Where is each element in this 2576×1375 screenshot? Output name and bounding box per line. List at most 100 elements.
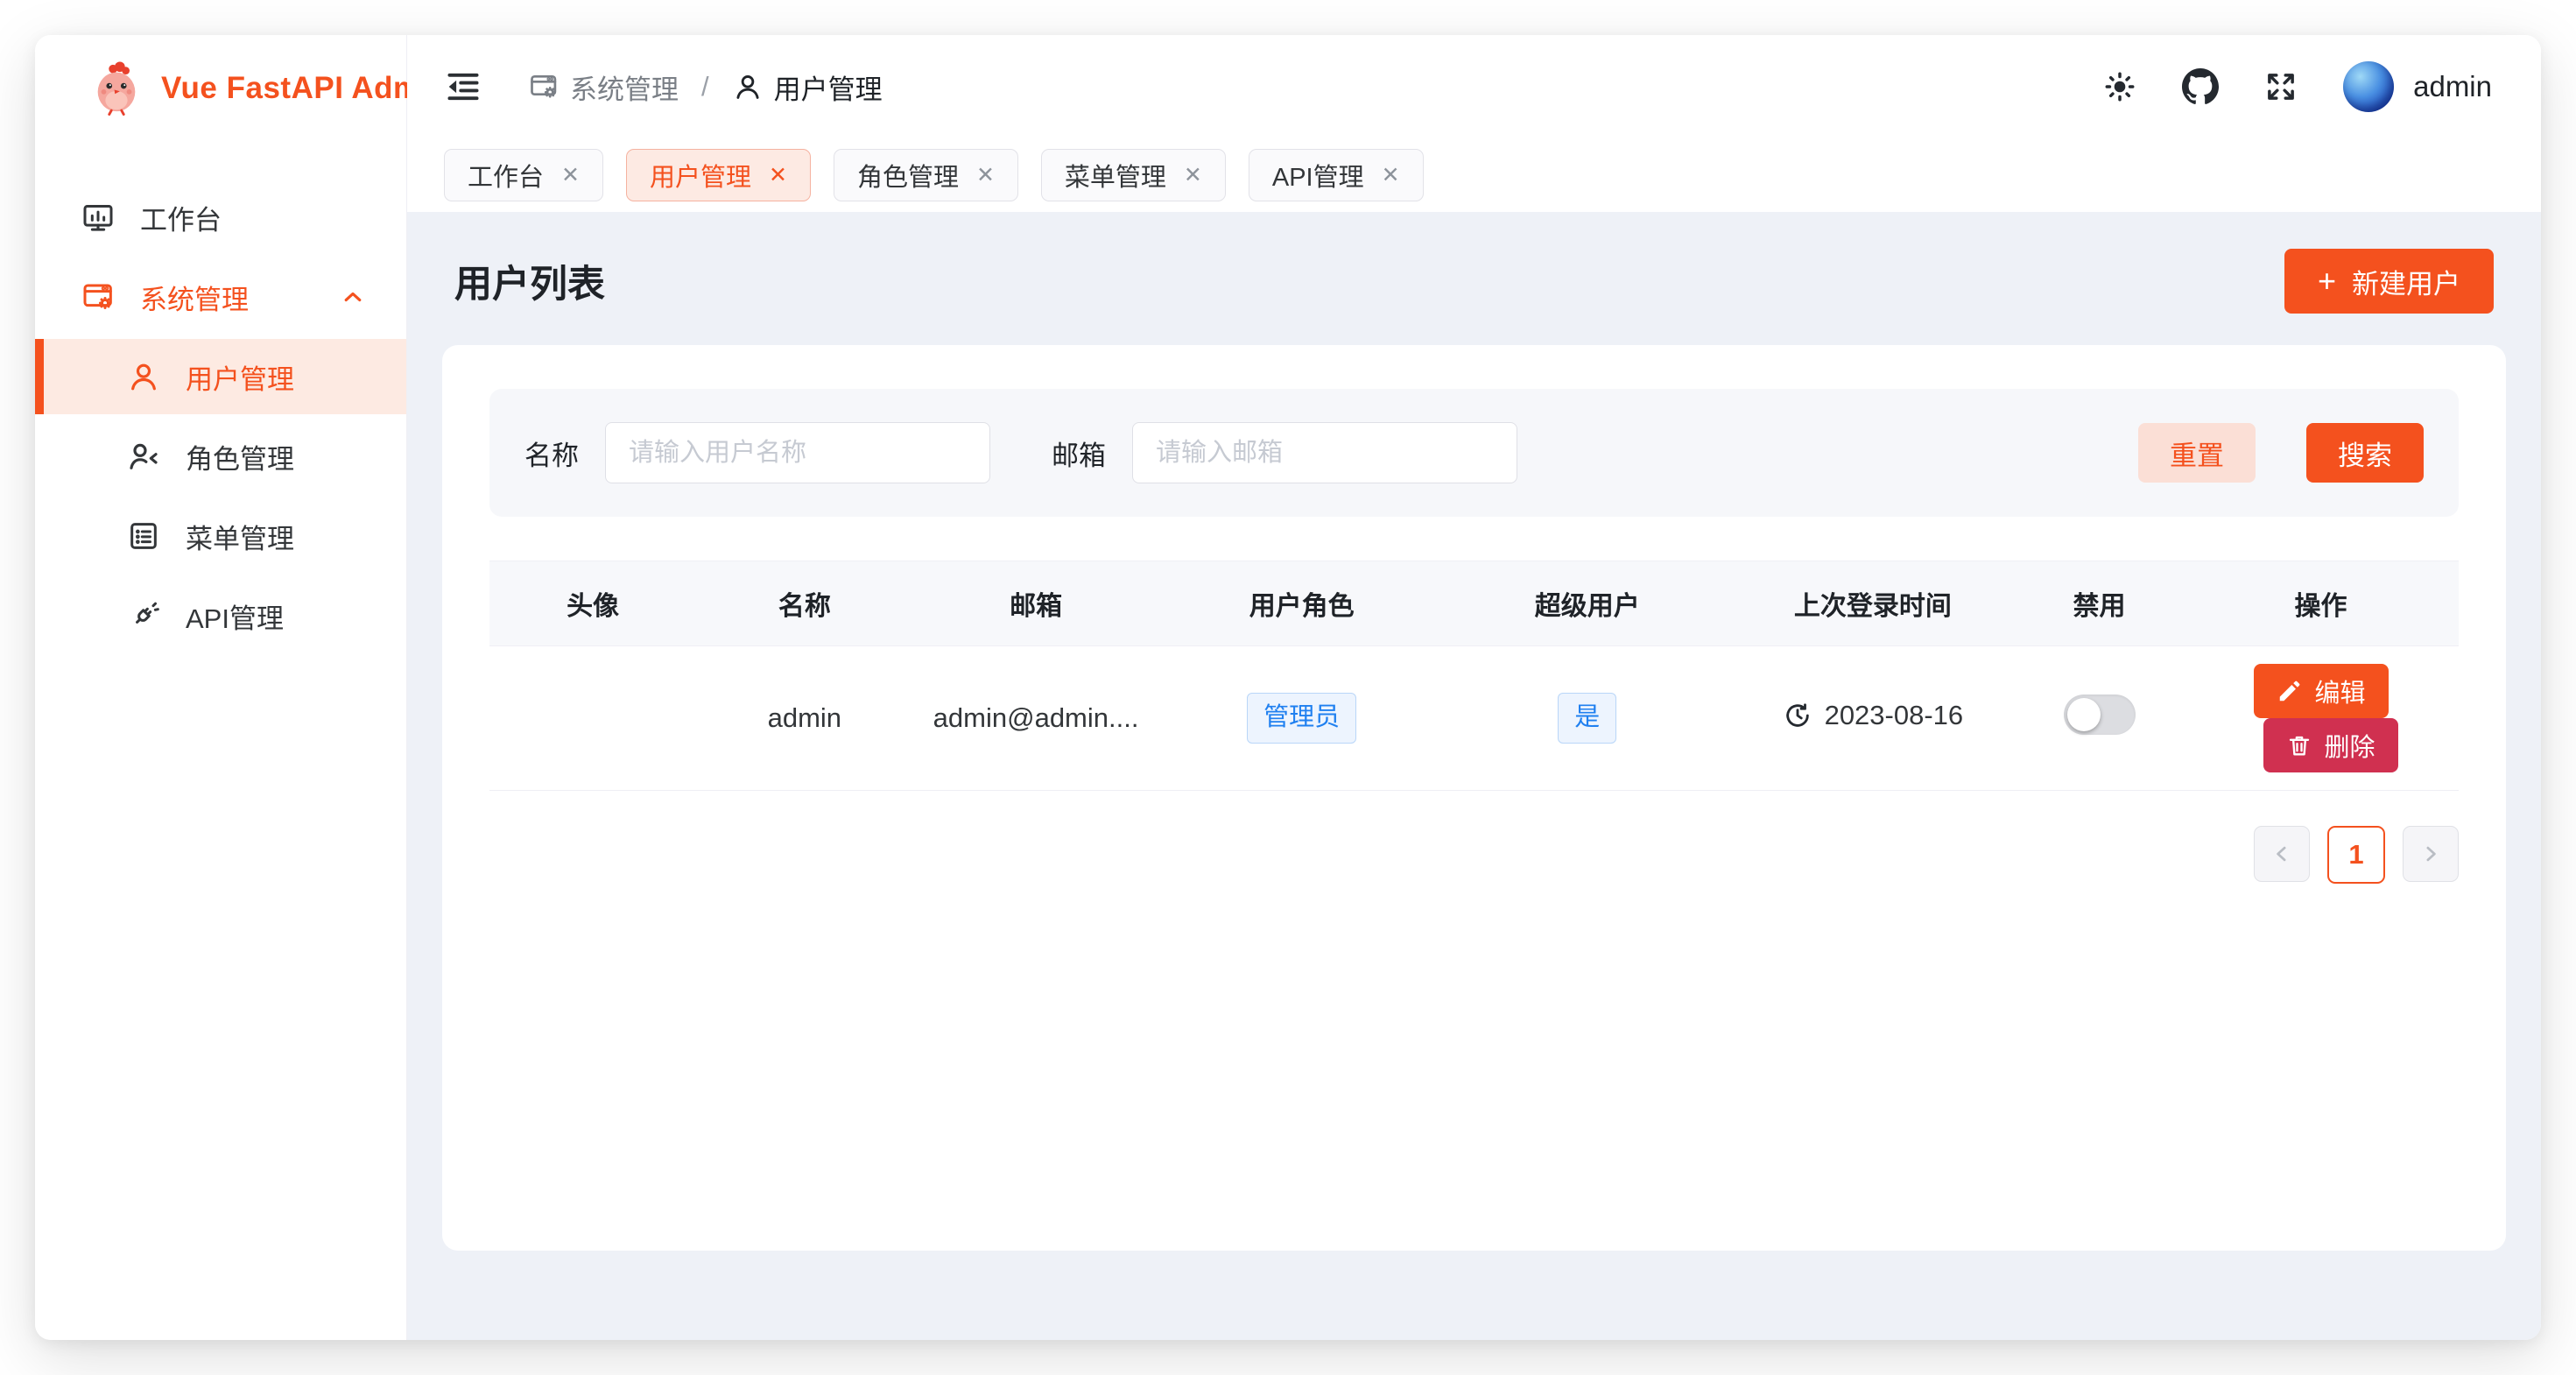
new-user-button-label: 新建用户	[2352, 262, 2460, 301]
tab-label: 角色管理	[857, 157, 959, 194]
table-header-row: 头像 名称 邮箱 用户角色 超级用户 上次登录时间 禁用 操作	[489, 561, 2459, 646]
page-title: 用户列表	[454, 254, 605, 308]
cell-role: 管理员	[1159, 646, 1445, 791]
monitor-icon	[81, 200, 116, 235]
edit-button[interactable]: 编辑	[2254, 664, 2389, 718]
sidebar-item-workbench[interactable]: 工作台	[35, 180, 406, 255]
tab-label: 菜单管理	[1065, 157, 1166, 194]
trash-icon	[2286, 732, 2312, 758]
delete-button-label: 删除	[2325, 727, 2375, 764]
menu-fold-icon[interactable]	[444, 67, 482, 106]
tab-menus[interactable]: 菜单管理 ✕	[1041, 149, 1226, 201]
app-window: Vue FastAPI Admin 工作台	[35, 35, 2541, 1340]
top-bar: 系统管理 / 用户管理	[407, 35, 2541, 138]
search-button[interactable]: 搜索	[2306, 423, 2424, 483]
avatar	[2343, 61, 2394, 112]
pagination: 1	[489, 826, 2459, 884]
sidebar-item-label: 角色管理	[186, 437, 294, 476]
sidebar-item-menus[interactable]: 菜单管理	[35, 498, 406, 574]
tab-label: API管理	[1272, 157, 1364, 194]
username: admin	[2413, 70, 2492, 103]
tab-roles[interactable]: 角色管理 ✕	[834, 149, 1018, 201]
delete-button[interactable]: 删除	[2263, 718, 2398, 772]
close-icon[interactable]: ✕	[1382, 165, 1400, 187]
breadcrumb-item-users[interactable]: 用户管理	[732, 67, 883, 107]
cell-avatar	[489, 646, 696, 791]
email-label: 邮箱	[1052, 434, 1106, 473]
sidebar-item-roles[interactable]: 角色管理	[35, 419, 406, 494]
column-header-superuser: 超级用户	[1445, 561, 1730, 646]
github-icon[interactable]	[2182, 68, 2219, 105]
role-user-icon	[126, 439, 161, 474]
cell-superuser: 是	[1445, 646, 1730, 791]
close-icon[interactable]: ✕	[1184, 165, 1202, 187]
tab-workbench[interactable]: 工作台 ✕	[444, 149, 603, 201]
sidebar-item-api[interactable]: API管理	[35, 578, 406, 653]
chevron-up-icon	[338, 282, 368, 312]
breadcrumb-item-system[interactable]: 系统管理	[528, 67, 679, 107]
breadcrumb-label: 系统管理	[570, 67, 679, 107]
sun-icon[interactable]	[2101, 68, 2138, 105]
sidebar-item-users[interactable]: 用户管理	[35, 339, 406, 414]
tab-api[interactable]: API管理 ✕	[1249, 149, 1424, 201]
cell-lastlogin: 2023-08-16	[1730, 646, 2016, 791]
column-header-actions: 操作	[2183, 561, 2459, 646]
name-input[interactable]	[605, 422, 990, 483]
tab-label: 工作台	[468, 157, 544, 194]
fullscreen-icon[interactable]	[2263, 68, 2299, 105]
sidebar-item-system[interactable]: 系统管理	[35, 259, 406, 335]
page-head: 用户列表 + 新建用户	[442, 229, 2506, 333]
window-gear-icon	[528, 71, 560, 102]
column-header-disabled: 禁用	[2016, 561, 2183, 646]
api-plug-icon	[126, 598, 161, 633]
role-tag: 管理员	[1247, 693, 1356, 744]
next-page-button[interactable]	[2403, 826, 2459, 882]
chevron-left-icon	[2269, 841, 2295, 867]
column-header-role: 用户角色	[1159, 561, 1445, 646]
chevron-right-icon	[2418, 841, 2444, 867]
user-menu[interactable]: admin	[2343, 61, 2492, 112]
table-row: admin admin@admin.... 管理员 是	[489, 646, 2459, 791]
user-icon	[126, 359, 161, 394]
main-area: 系统管理 / 用户管理	[407, 35, 2541, 1340]
sidebar-item-label: 用户管理	[186, 357, 294, 397]
pencil-icon	[2277, 678, 2303, 704]
disabled-toggle[interactable]	[2064, 695, 2136, 735]
column-header-lastlogin: 上次登录时间	[1730, 561, 2016, 646]
sidebar: Vue FastAPI Admin 工作台	[35, 35, 407, 1340]
page-number-button[interactable]: 1	[2327, 826, 2385, 884]
search-actions: 重置 搜索	[2138, 423, 2424, 483]
cell-email: admin@admin....	[913, 646, 1159, 791]
app-logo[interactable]: Vue FastAPI Admin	[35, 35, 406, 140]
sidebar-item-label: 系统管理	[140, 278, 249, 317]
cell-name: admin	[696, 646, 912, 791]
close-icon[interactable]: ✕	[976, 165, 995, 187]
window-gear-icon	[81, 279, 116, 314]
users-card: 名称 邮箱 重置 搜索	[442, 345, 2506, 1251]
tabs-bar: 工作台 ✕ 用户管理 ✕ 角色管理 ✕ 菜单管理 ✕ API管理 ✕	[407, 138, 2541, 212]
cell-disabled	[2016, 646, 2183, 791]
close-icon[interactable]: ✕	[769, 165, 787, 187]
breadcrumb-separator: /	[693, 71, 718, 102]
cell-actions: 编辑 删除	[2183, 646, 2459, 791]
last-login-value: 2023-08-16	[1825, 700, 1964, 731]
email-input[interactable]	[1132, 422, 1517, 483]
tab-label: 用户管理	[650, 157, 751, 194]
tab-users[interactable]: 用户管理 ✕	[626, 149, 811, 201]
prev-page-button[interactable]	[2254, 826, 2310, 882]
close-icon[interactable]: ✕	[561, 165, 580, 187]
clock-refresh-icon	[1783, 701, 1812, 730]
sidebar-submenu: 用户管理 角色管理	[35, 339, 406, 653]
reset-button[interactable]: 重置	[2138, 423, 2256, 483]
column-header-avatar: 头像	[489, 561, 696, 646]
sidebar-item-label: 菜单管理	[186, 517, 294, 556]
email-field-group: 邮箱	[1052, 422, 1517, 483]
content-area: 用户列表 + 新建用户 名称 邮箱	[407, 212, 2541, 1340]
rooster-logo-icon	[89, 61, 144, 116]
new-user-button[interactable]: + 新建用户	[2284, 249, 2494, 314]
breadcrumb-label: 用户管理	[774, 67, 883, 107]
sidebar-item-label: API管理	[186, 596, 284, 636]
plus-icon: +	[2318, 265, 2336, 297]
menu-list-icon	[126, 518, 161, 554]
column-header-name: 名称	[696, 561, 912, 646]
